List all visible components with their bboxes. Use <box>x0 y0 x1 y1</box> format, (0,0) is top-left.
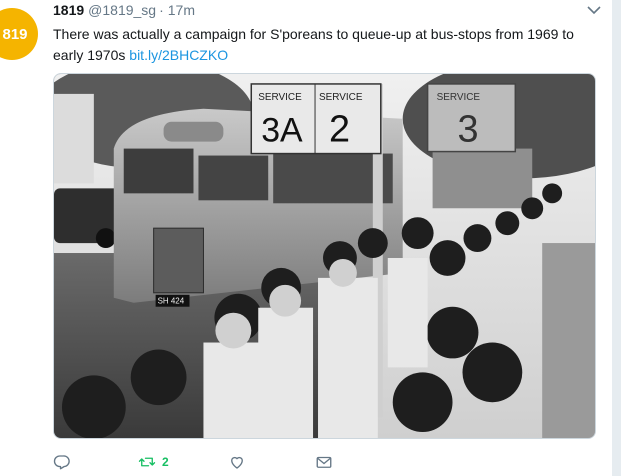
retweet-icon <box>138 457 156 467</box>
sign-number-b: 2 <box>329 109 350 151</box>
like-button[interactable] <box>228 450 246 474</box>
direct-message-button[interactable] <box>315 450 333 474</box>
chevron-down-icon[interactable] <box>586 4 602 16</box>
sign-label-a: SERVICE <box>258 92 302 103</box>
sign-number-c: 3 <box>458 109 479 151</box>
heart-icon <box>231 456 243 469</box>
tweet-header: 1819 @1819_sg · 17m <box>53 2 195 20</box>
right-sidebar <box>612 0 640 476</box>
sidebar-card <box>620 0 640 476</box>
bus-plate: SH 424 <box>158 297 185 306</box>
tweet-actions: 2 <box>53 450 453 474</box>
tweet-text: There was actually a campaign for S'pore… <box>53 24 603 66</box>
sign-label-c: SERVICE <box>437 92 481 103</box>
tweet-card[interactable]: 819 1819 @1819_sg · 17m There was actual… <box>0 0 612 476</box>
timestamp[interactable]: 17m <box>168 2 195 18</box>
bus-queue-photo: SH 424 SERVICE 3A SERVICE 2 SERVICE 3 <box>54 74 595 438</box>
avatar[interactable]: 819 <box>0 8 38 60</box>
retweet-count: 2 <box>162 455 169 469</box>
envelope-icon <box>316 456 332 468</box>
header-separator: · <box>159 2 164 18</box>
sign-number-a: 3A <box>261 112 303 150</box>
tweet-photo[interactable]: SH 424 SERVICE 3A SERVICE 2 SERVICE 3 <box>53 73 596 439</box>
display-name[interactable]: 1819 <box>53 2 84 18</box>
tweet-link[interactable]: bit.ly/2BHCZKO <box>129 47 228 63</box>
sign-label-b: SERVICE <box>319 92 363 103</box>
reply-button[interactable] <box>53 450 71 474</box>
avatar-text: 819 <box>2 25 28 43</box>
retweet-button[interactable]: 2 <box>138 450 169 474</box>
reply-icon <box>53 455 70 470</box>
user-handle[interactable]: @1819_sg <box>88 2 156 18</box>
